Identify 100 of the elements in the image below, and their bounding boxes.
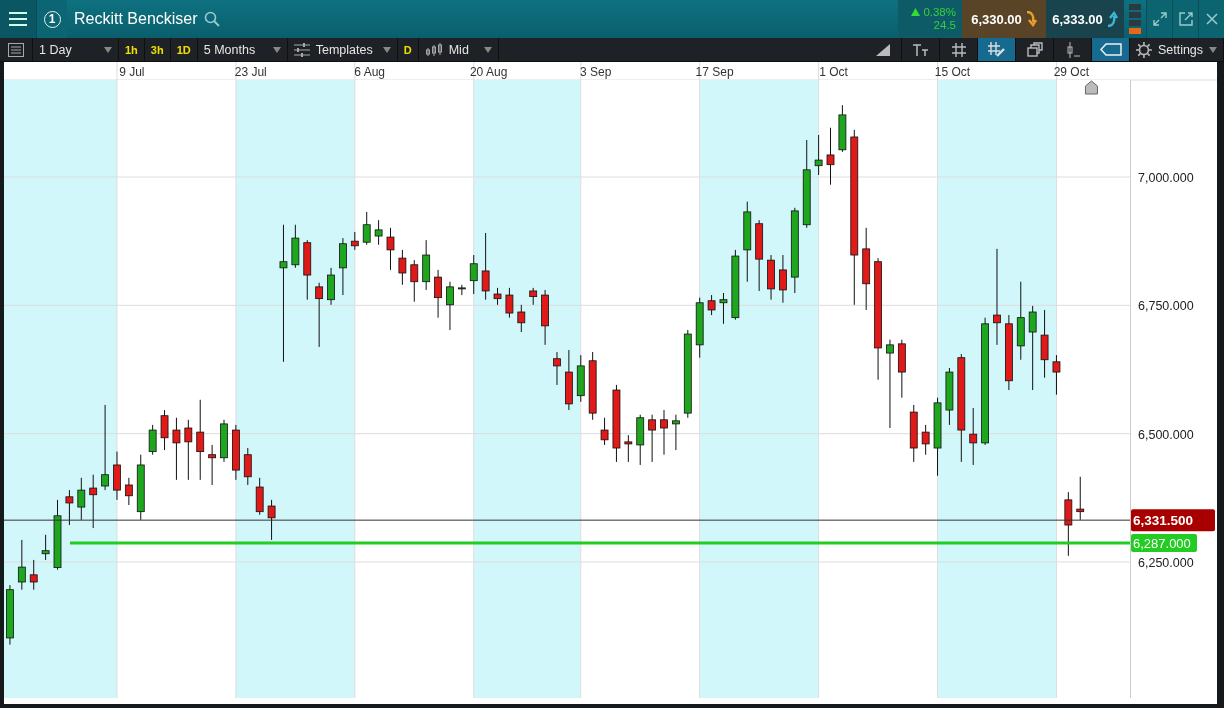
candle xyxy=(29,559,38,591)
candle xyxy=(660,409,668,456)
candle xyxy=(719,292,728,325)
candle xyxy=(124,477,133,506)
change-value: 24.5 xyxy=(933,19,956,32)
slope-icon xyxy=(874,42,891,57)
candle xyxy=(600,417,609,446)
candle xyxy=(553,351,561,386)
candle xyxy=(826,127,835,186)
candle xyxy=(695,297,704,359)
candle xyxy=(327,267,335,306)
candle xyxy=(624,434,633,463)
sell-price-button[interactable]: 6,330.00 xyxy=(962,0,1046,38)
search-icon[interactable] xyxy=(203,11,220,27)
candle xyxy=(184,419,193,481)
candle xyxy=(410,259,419,303)
candle xyxy=(1052,354,1061,396)
tag-tool-button[interactable] xyxy=(1092,38,1130,61)
menu-icon xyxy=(9,12,27,26)
date-label: 29 Oct xyxy=(1053,65,1090,79)
candle xyxy=(291,224,300,269)
date-label: 6 Aug xyxy=(354,65,386,79)
candle xyxy=(909,404,918,463)
candle xyxy=(576,354,585,403)
date-label: 20 Aug xyxy=(469,65,508,79)
date-label: 17 Sep xyxy=(695,65,734,79)
date-label: 23 Jul xyxy=(234,65,267,79)
candles-icon xyxy=(424,42,443,57)
ref-line-label: 6,287.000 xyxy=(1133,535,1191,551)
price-label: 7,000.000 xyxy=(1138,171,1194,185)
candle xyxy=(469,254,478,295)
layers-icon xyxy=(1026,42,1043,57)
up-triangle-icon xyxy=(911,8,921,16)
caret-icon xyxy=(382,46,391,53)
candle xyxy=(945,367,954,426)
candle xyxy=(921,424,930,456)
candle xyxy=(362,211,371,246)
candle xyxy=(897,339,906,399)
candle xyxy=(814,134,823,176)
last-price-tag: 6,331.500 xyxy=(1131,509,1215,532)
text-size-icon xyxy=(911,42,930,57)
instrument-name[interactable]: Reckitt Benckiser xyxy=(74,10,198,28)
candle xyxy=(17,539,26,591)
caret-icon xyxy=(272,46,281,53)
level-line-tag: 6,287.000 xyxy=(1131,534,1197,552)
candle xyxy=(517,304,526,333)
price-label: 6,750.000 xyxy=(1138,299,1194,314)
candle xyxy=(731,249,740,321)
candle xyxy=(232,424,240,481)
candle xyxy=(220,419,228,463)
candle xyxy=(339,237,347,296)
candle xyxy=(1076,476,1085,521)
candle xyxy=(113,451,121,501)
date-label: 15 Oct xyxy=(934,65,971,79)
candle xyxy=(588,351,597,421)
date-label: 1 Oct xyxy=(819,65,848,79)
sliders-icon xyxy=(293,42,310,57)
candle xyxy=(53,499,62,571)
event-marker-icon xyxy=(1084,80,1098,95)
candle xyxy=(303,239,312,301)
candle xyxy=(565,349,573,411)
candle xyxy=(350,231,359,251)
grid-pen-icon xyxy=(987,41,1006,58)
expand-button[interactable] xyxy=(1146,0,1172,38)
candle xyxy=(386,227,395,271)
menu-button[interactable] xyxy=(0,0,36,38)
candle xyxy=(434,269,442,319)
candle xyxy=(457,284,466,296)
popout-button[interactable] xyxy=(1172,0,1198,38)
caret-icon xyxy=(1209,46,1217,53)
change-percent: 0.38% xyxy=(911,6,956,19)
candle xyxy=(481,232,490,301)
buy-price-button[interactable]: 6,333.00 xyxy=(1046,0,1124,38)
candle xyxy=(529,287,538,306)
caret-icon xyxy=(483,46,492,53)
candle xyxy=(969,407,978,466)
down-arrow-icon xyxy=(1024,11,1037,27)
date-label: 3 Sep xyxy=(580,65,612,79)
candle xyxy=(160,409,169,451)
ref-line-label: 6,331.500 xyxy=(1133,513,1194,529)
expand-icon xyxy=(1152,12,1167,26)
candle xyxy=(672,414,680,451)
date-label: 9 Jul xyxy=(119,65,145,79)
candle xyxy=(779,254,787,304)
candle xyxy=(398,249,407,286)
candle xyxy=(6,584,14,646)
settings-icon xyxy=(1136,41,1152,58)
close-button[interactable] xyxy=(1198,0,1224,38)
candle xyxy=(89,474,98,529)
candle xyxy=(267,499,276,541)
tag-icon xyxy=(1099,43,1122,56)
crosshair-tool-button[interactable] xyxy=(978,38,1016,61)
candle xyxy=(493,287,502,306)
candle xyxy=(208,444,216,486)
candle xyxy=(77,477,86,521)
candle xyxy=(541,289,549,346)
up-arrow-icon xyxy=(1105,11,1118,27)
price-label: 6,500.000 xyxy=(1138,427,1194,442)
candle xyxy=(422,239,431,291)
candle xyxy=(255,477,264,516)
